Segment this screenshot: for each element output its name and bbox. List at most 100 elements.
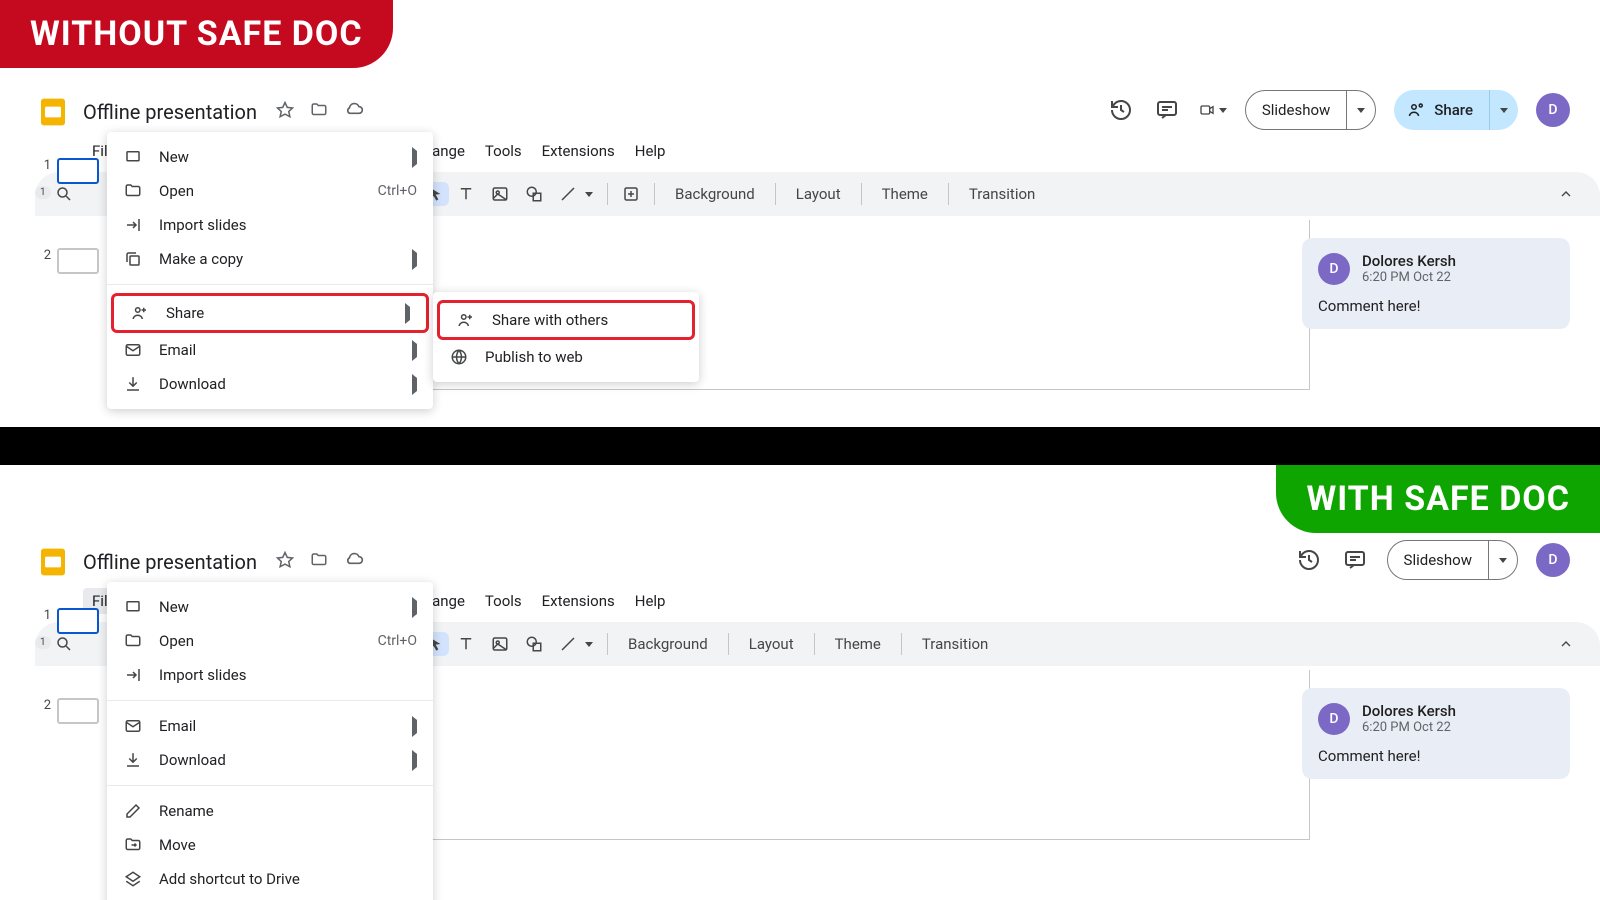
menu-item-download[interactable]: Download (107, 367, 433, 401)
thumbnail-2[interactable]: 2 (35, 696, 107, 726)
history-icon[interactable] (1107, 96, 1135, 124)
submenu-share-with-others[interactable]: Share with others (437, 300, 695, 340)
slides-app-icon[interactable] (35, 94, 71, 130)
slides-app-icon[interactable] (35, 544, 71, 580)
divider-bar (0, 427, 1600, 465)
meet-icon[interactable] (1199, 96, 1227, 124)
email-icon (123, 341, 143, 359)
thumbnail-1[interactable]: 1 (35, 606, 107, 636)
menu-item-new[interactable]: New (107, 590, 433, 624)
open-folder-icon (123, 632, 143, 650)
collapse-toolbar-icon[interactable] (1550, 186, 1582, 202)
cloud-status-icon[interactable] (344, 550, 364, 570)
collapse-toolbar-icon[interactable] (1550, 636, 1582, 652)
thumbnail-1[interactable]: 1 (35, 156, 107, 186)
menu-item-email[interactable]: Email (107, 709, 433, 743)
menu-item-open[interactable]: Open Ctrl+O (107, 174, 433, 208)
globe-icon (449, 348, 469, 366)
line-tool-icon[interactable] (551, 185, 601, 203)
thumb-comment-badge[interactable]: 1 (35, 636, 51, 649)
panel-without-safedoc: Offline presentation Slideshow Share D F… (35, 90, 1600, 390)
comment-body: Comment here! (1318, 747, 1554, 765)
menu-item-share[interactable]: Share (111, 293, 429, 333)
account-avatar[interactable]: D (1536, 543, 1570, 577)
menu-extensions[interactable]: Extensions (533, 138, 624, 164)
menu-item-make-copy[interactable]: Make a copy (107, 242, 433, 276)
slideshow-button[interactable]: Slideshow (1245, 90, 1376, 130)
image-tool-icon[interactable] (483, 185, 517, 203)
menu-item-open[interactable]: Open Ctrl+O (107, 624, 433, 658)
menu-tools[interactable]: Tools (476, 588, 531, 614)
file-menu-dropdown: New Open Ctrl+O Import slides Email Down… (107, 582, 433, 900)
comment-card[interactable]: D Dolores Kersh 6:20 PM Oct 22 Comment h… (1302, 238, 1570, 329)
share-others-icon (456, 311, 476, 329)
menu-item-move-to-trash[interactable]: Move to trash (107, 896, 433, 900)
submenu-publish-to-web[interactable]: Publish to web (433, 340, 699, 374)
comments-icon[interactable] (1341, 546, 1369, 574)
badge-with: WITH SAFE DOC (1276, 465, 1600, 533)
menu-extensions[interactable]: Extensions (533, 588, 624, 614)
share-people-icon (1408, 101, 1426, 119)
comment-card[interactable]: D Dolores Kersh 6:20 PM Oct 22 Comment h… (1302, 688, 1570, 779)
background-button[interactable]: Background (661, 185, 769, 203)
copy-icon (123, 250, 143, 268)
history-icon[interactable] (1295, 546, 1323, 574)
star-icon[interactable] (276, 551, 294, 569)
theme-button[interactable]: Theme (868, 185, 942, 203)
import-icon (123, 216, 143, 234)
shape-tool-icon[interactable] (517, 635, 551, 653)
slideshow-dropdown[interactable] (1346, 91, 1375, 129)
menu-item-rename[interactable]: Rename (107, 794, 433, 828)
document-title[interactable]: Offline presentation (83, 100, 257, 124)
comments-icon[interactable] (1153, 96, 1181, 124)
comment-avatar: D (1318, 253, 1350, 285)
slideshow-label: Slideshow (1246, 101, 1346, 119)
transition-button[interactable]: Transition (955, 185, 1049, 203)
thumb-comment-badge[interactable]: 1 (35, 186, 51, 199)
background-button[interactable]: Background (614, 635, 722, 653)
comment-author: Dolores Kersh (1362, 252, 1456, 270)
text-tool-icon[interactable] (449, 635, 483, 653)
thumbnail-2[interactable]: 2 (35, 246, 107, 276)
folder-move-icon[interactable] (310, 551, 328, 569)
open-folder-icon (123, 182, 143, 200)
comment-author: Dolores Kersh (1362, 702, 1456, 720)
menu-item-move[interactable]: Move (107, 828, 433, 862)
menu-item-add-shortcut[interactable]: Add shortcut to Drive (107, 862, 433, 896)
comment-timestamp: 6:20 PM Oct 22 (1362, 720, 1456, 735)
shape-tool-icon[interactable] (517, 185, 551, 203)
image-tool-icon[interactable] (483, 635, 517, 653)
text-tool-icon[interactable] (449, 185, 483, 203)
download-icon (123, 375, 143, 393)
star-icon[interactable] (276, 101, 294, 119)
email-icon (123, 717, 143, 735)
folder-move-icon[interactable] (310, 101, 328, 119)
menu-item-import[interactable]: Import slides (107, 658, 433, 692)
shortcut-icon (123, 870, 143, 888)
menu-help[interactable]: Help (626, 588, 675, 614)
app-header-2: Offline presentation Slideshow D (35, 540, 1600, 584)
share-label: Share (1434, 101, 1473, 119)
line-tool-icon[interactable] (551, 635, 601, 653)
menu-item-email[interactable]: Email (107, 333, 433, 367)
cloud-status-icon[interactable] (344, 100, 364, 120)
rename-icon (123, 802, 143, 820)
layout-button[interactable]: Layout (782, 185, 855, 203)
share-dropdown[interactable] (1489, 90, 1518, 130)
menu-tools[interactable]: Tools (476, 138, 531, 164)
transition-button[interactable]: Transition (908, 635, 1002, 653)
new-slide-tool-icon[interactable] (614, 185, 648, 203)
panel-with-safedoc: Offline presentation Slideshow D File Ed… (35, 540, 1600, 840)
share-button[interactable]: Share (1394, 90, 1518, 130)
theme-button[interactable]: Theme (821, 635, 895, 653)
slideshow-dropdown[interactable] (1488, 541, 1517, 579)
menu-item-new[interactable]: New (107, 140, 433, 174)
layout-button[interactable]: Layout (735, 635, 808, 653)
menu-item-download[interactable]: Download (107, 743, 433, 777)
document-title[interactable]: Offline presentation (83, 550, 257, 574)
menu-help[interactable]: Help (626, 138, 675, 164)
share-submenu: Share with others Publish to web (433, 292, 699, 382)
account-avatar[interactable]: D (1536, 93, 1570, 127)
slideshow-button[interactable]: Slideshow (1387, 540, 1518, 580)
menu-item-import[interactable]: Import slides (107, 208, 433, 242)
